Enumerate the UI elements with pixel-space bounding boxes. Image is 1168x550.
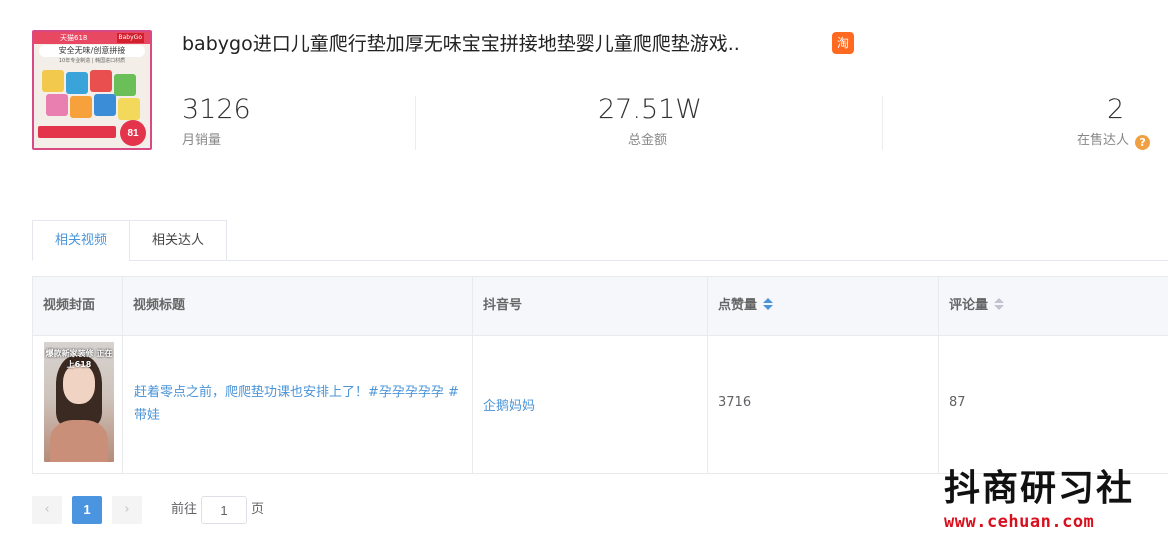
videos-table: 视频封面 视频标题 抖音号 点赞量 评论量 爆款新家装修 正在上618 赶着零点…	[32, 276, 1168, 474]
product-image[interactable]: 天猫618 BabyGo 安全无味/创意拼接 10年专业制造 | 韩国进口材质 …	[32, 30, 152, 150]
watermark-url: www.cehuan.com	[944, 512, 1095, 532]
monthly-sales-label: 月销量	[182, 133, 222, 148]
active-creators-value: 2	[1107, 94, 1125, 125]
sort-icon[interactable]	[763, 298, 774, 312]
product-image-promo	[38, 126, 116, 138]
active-creators-label-wrap: 在售达人?	[1077, 131, 1151, 151]
column-header-douyin-id: 抖音号	[483, 298, 523, 313]
column-header-likes-label: 点赞量	[718, 298, 758, 313]
likes-value: 3716	[718, 395, 752, 410]
video-title-link[interactable]: 赶着零点之前，爬爬垫功课也安排上了！#孕孕孕孕孕 #带娃	[134, 381, 464, 427]
monthly-sales-value: 3126	[182, 94, 251, 125]
mat-tile	[70, 96, 92, 118]
prev-page-button[interactable]: ‹	[32, 496, 62, 524]
brand-logo: BabyGo	[116, 33, 144, 43]
product-image-subline: 10年专业制造 | 韩国进口材质	[58, 58, 126, 64]
mat-tile	[66, 72, 88, 94]
mat-tile	[114, 74, 136, 96]
product-image-price: 81	[120, 120, 146, 146]
video-cover-caption: 爆款新家装修 正在上618	[45, 349, 113, 369]
douyin-id-link[interactable]: 企鹅妈妈	[483, 395, 535, 414]
taobao-icon[interactable]: 淘	[832, 32, 854, 54]
column-header-comments[interactable]: 评论量	[939, 277, 1005, 335]
stat-divider	[882, 96, 883, 150]
mat-tile	[90, 70, 112, 92]
cover-body	[50, 420, 108, 462]
column-header-comments-label: 评论量	[949, 298, 989, 313]
mat-tile	[118, 98, 140, 120]
cover-face	[63, 364, 95, 404]
active-creators-label: 在售达人	[1077, 133, 1130, 148]
mat-tile	[46, 94, 68, 116]
goto-suffix: 页	[251, 502, 265, 517]
product-title[interactable]: babygo进口儿童爬行垫加厚无味宝宝拼接地垫婴儿童爬爬垫游戏..	[182, 30, 740, 58]
column-header-title: 视频标题	[133, 298, 186, 313]
tab-related-creators[interactable]: 相关达人	[129, 220, 227, 261]
goto-page-input[interactable]	[201, 496, 247, 524]
column-header-likes[interactable]: 点赞量	[708, 277, 774, 335]
next-page-button[interactable]: ›	[112, 496, 142, 524]
sort-icon[interactable]	[994, 298, 1005, 312]
tab-related-videos[interactable]: 相关视频	[32, 220, 130, 261]
total-amount-label: 总金额	[628, 133, 668, 148]
column-header-cover: 视频封面	[43, 298, 96, 313]
help-icon[interactable]: ?	[1135, 135, 1151, 150]
product-image-badge: 天猫618	[60, 34, 88, 42]
watermark-name: 抖商研习社	[944, 468, 1135, 509]
stat-divider	[415, 96, 416, 150]
mat-tile	[94, 94, 116, 116]
page-number-current[interactable]: 1	[72, 496, 102, 524]
product-image-headline: 安全无味/创意拼接	[39, 45, 145, 57]
mat-tile	[42, 70, 64, 92]
video-cover[interactable]: 爆款新家装修 正在上618	[44, 342, 114, 462]
total-amount-value: 27.51W	[598, 94, 702, 125]
comments-value: 87	[949, 395, 966, 410]
goto-prefix: 前往	[171, 502, 198, 517]
